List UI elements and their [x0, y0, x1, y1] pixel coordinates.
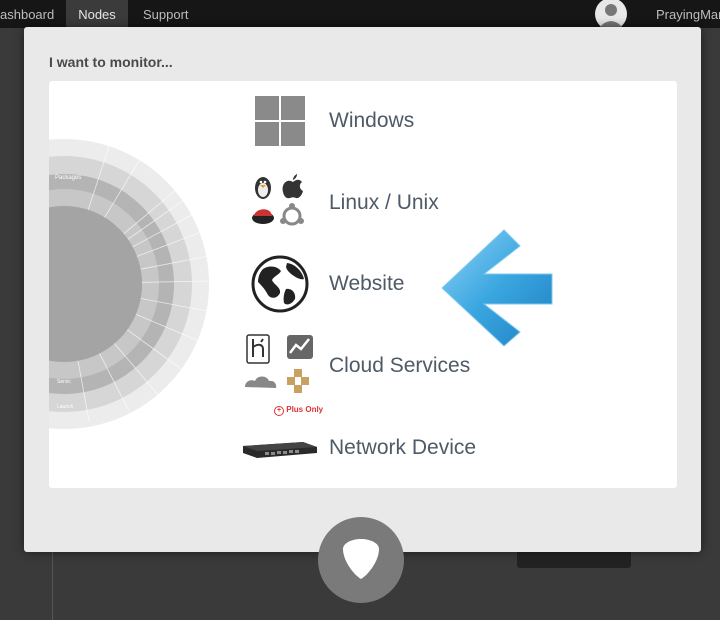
- user-avatar[interactable]: [594, 0, 628, 28]
- option-linux-unix-label: Linux / Unix: [329, 191, 439, 214]
- sunburst-label-launch: Launch: [57, 404, 74, 410]
- monitor-type-modal: I want to monitor... Packages Servic Lau…: [24, 27, 701, 552]
- nav-username[interactable]: PrayingMan: [656, 0, 720, 28]
- top-navbar: ashboard Nodes Support PrayingMan: [0, 0, 720, 28]
- sunburst-decoration: Packages Servic Launch: [49, 139, 210, 429]
- nav-support[interactable]: Support: [143, 0, 203, 28]
- globe-icon: [241, 249, 321, 319]
- plus-only-label: Plus Only: [286, 405, 324, 414]
- linux-unix-icons: [241, 168, 321, 238]
- logo-button[interactable]: [318, 517, 404, 603]
- network-switch-icon: [241, 413, 321, 483]
- option-windows[interactable]: Windows: [241, 86, 541, 156]
- option-network-device[interactable]: + Plus Only Network Device: [241, 405, 541, 483]
- option-network-device-label: Network Device: [329, 436, 477, 459]
- option-windows-label: Windows: [329, 109, 415, 132]
- windows-icon: [241, 86, 321, 156]
- cloud-services-icons: [241, 331, 321, 401]
- arrow-left-icon: [442, 229, 553, 347]
- plus-only-badge: + Plus Only: [274, 405, 323, 416]
- plus-icon: +: [274, 406, 284, 416]
- nav-dashboard[interactable]: ashboard: [0, 0, 54, 28]
- modal-title: I want to monitor...: [49, 54, 173, 70]
- monitor-options-panel: Packages Servic Launch Windows Linux / U…: [49, 81, 677, 488]
- shield-logo-icon: [343, 539, 379, 579]
- sunburst-label-packages: Packages: [55, 175, 81, 181]
- sunburst-label-services: Servic: [57, 379, 71, 385]
- option-website-label: Website: [329, 272, 405, 295]
- nav-nodes[interactable]: Nodes: [66, 0, 128, 28]
